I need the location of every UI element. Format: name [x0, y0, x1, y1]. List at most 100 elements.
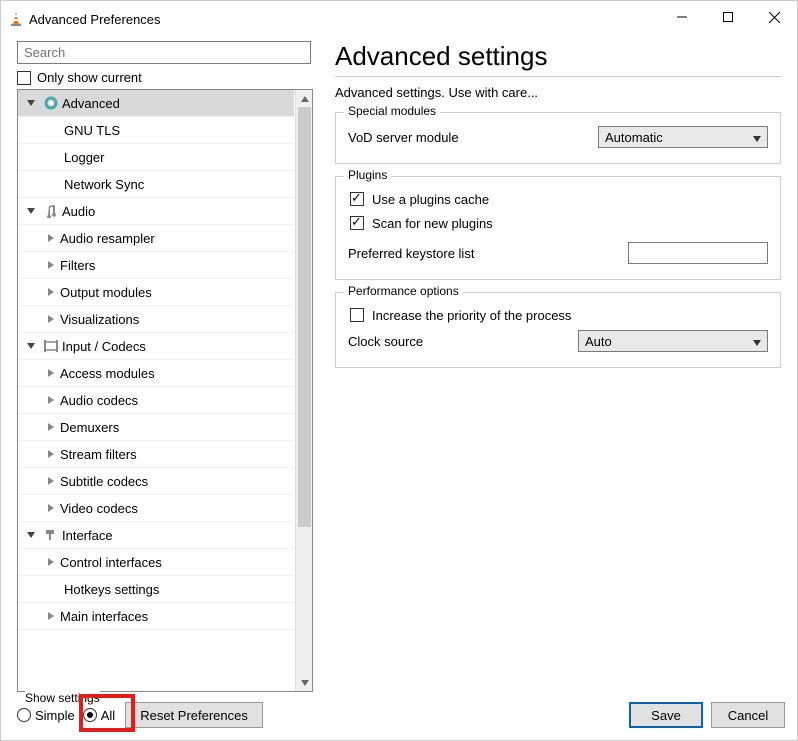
tree-item-demuxers[interactable]: Demuxers [18, 414, 294, 441]
radio-all[interactable]: All [83, 708, 115, 723]
tree-item-visualizations[interactable]: Visualizations [18, 306, 294, 333]
save-button[interactable]: Save [629, 702, 703, 728]
close-button[interactable] [751, 1, 797, 33]
chevron-down-icon[interactable] [22, 98, 40, 108]
vlc-icon [9, 11, 23, 27]
only-show-current-checkbox[interactable]: Only show current [17, 70, 317, 85]
tree-item-gnu-tls[interactable]: GNU TLS [18, 117, 294, 144]
scroll-up-button[interactable] [296, 90, 313, 107]
chevron-right-icon[interactable] [42, 557, 60, 567]
titlebar: Advanced Preferences [1, 1, 797, 37]
tree-item-hotkeys-settings[interactable]: Hotkeys settings [18, 576, 294, 603]
vod-server-label: VoD server module [348, 130, 598, 145]
checkbox-icon [350, 216, 364, 230]
tree-item-advanced[interactable]: Advanced [18, 90, 294, 117]
checkbox-label: Increase the priority of the process [372, 308, 571, 323]
left-pane: Only show current Advanced GNU TLS Logge… [17, 41, 317, 692]
brush-icon [40, 528, 62, 542]
radio-icon [83, 708, 97, 722]
tree-item-interface[interactable]: Interface [18, 522, 294, 549]
chevron-right-icon[interactable] [42, 611, 60, 621]
preferences-tree[interactable]: Advanced GNU TLS Logger Network Sync Aud… [18, 90, 294, 691]
music-note-icon [40, 204, 62, 218]
page-heading: Advanced settings [335, 41, 781, 72]
chevron-down-icon[interactable] [22, 530, 40, 540]
tree-item-control-interfaces[interactable]: Control interfaces [18, 549, 294, 576]
scan-new-plugins-checkbox[interactable]: Scan for new plugins [350, 211, 768, 235]
select-value: Automatic [605, 130, 663, 145]
group-title: Performance options [344, 284, 463, 298]
reset-preferences-button[interactable]: Reset Preferences [125, 702, 263, 728]
tree-item-audio-resampler[interactable]: Audio resampler [18, 225, 294, 252]
gear-icon [40, 95, 62, 111]
tree-item-stream-filters[interactable]: Stream filters [18, 441, 294, 468]
chevron-right-icon[interactable] [42, 476, 60, 486]
checkbox-icon [350, 192, 364, 206]
select-value: Auto [585, 334, 612, 349]
tree-item-filters[interactable]: Filters [18, 252, 294, 279]
tree-box: Advanced GNU TLS Logger Network Sync Aud… [17, 89, 313, 692]
use-plugins-cache-checkbox[interactable]: Use a plugins cache [350, 187, 768, 211]
group-special-modules: Special modules VoD server module Automa… [335, 112, 781, 164]
minimize-button[interactable] [659, 1, 705, 33]
tree-item-output-modules[interactable]: Output modules [18, 279, 294, 306]
tree-scrollbar[interactable] [295, 90, 312, 691]
chevron-right-icon[interactable] [42, 449, 60, 459]
chevron-right-icon[interactable] [42, 314, 60, 324]
group-performance: Performance options Increase the priorit… [335, 292, 781, 368]
window-buttons [659, 1, 797, 37]
clock-source-select[interactable]: Auto [578, 330, 768, 352]
tree-item-video-codecs[interactable]: Video codecs [18, 495, 294, 522]
scroll-down-button[interactable] [296, 674, 313, 691]
right-pane: Advanced settings Advanced settings. Use… [317, 41, 789, 692]
increase-priority-checkbox[interactable]: Increase the priority of the process [350, 303, 768, 327]
group-title: Special modules [344, 104, 440, 118]
clock-source-label: Clock source [348, 334, 578, 349]
chevron-right-icon[interactable] [42, 233, 60, 243]
chevron-down-icon[interactable] [22, 341, 40, 351]
radio-label: All [101, 708, 115, 723]
window-title: Advanced Preferences [29, 12, 161, 27]
bottom-bar: Show settings Simple All Reset Preferenc… [1, 692, 797, 740]
radio-icon [17, 708, 31, 722]
codec-icon [40, 339, 62, 353]
only-show-current-label: Only show current [37, 70, 142, 85]
radio-label: Simple [35, 708, 75, 723]
radio-simple[interactable]: Simple [17, 708, 75, 723]
group-title: Plugins [344, 168, 391, 182]
tree-item-network-sync[interactable]: Network Sync [18, 171, 294, 198]
keystore-input[interactable] [628, 242, 768, 264]
chevron-right-icon[interactable] [42, 260, 60, 270]
tree-label: Advanced [62, 96, 120, 111]
tree-item-logger[interactable]: Logger [18, 144, 294, 171]
checkbox-icon [17, 71, 31, 85]
keystore-label: Preferred keystore list [348, 246, 628, 261]
chevron-down-icon [753, 130, 761, 145]
vod-server-select[interactable]: Automatic [598, 126, 768, 148]
cancel-button[interactable]: Cancel [711, 702, 785, 728]
chevron-down-icon [753, 334, 761, 349]
maximize-button[interactable] [705, 1, 751, 33]
chevron-right-icon[interactable] [42, 422, 60, 432]
chevron-down-icon[interactable] [22, 206, 40, 216]
tree-item-input-codecs[interactable]: Input / Codecs [18, 333, 294, 360]
tree-item-subtitle-codecs[interactable]: Subtitle codecs [18, 468, 294, 495]
search-input[interactable] [17, 41, 311, 64]
tree-item-audio-codecs[interactable]: Audio codecs [18, 387, 294, 414]
tree-item-main-interfaces[interactable]: Main interfaces [18, 603, 294, 630]
window: Advanced Preferences Only show current A… [0, 0, 798, 741]
content: Only show current Advanced GNU TLS Logge… [1, 37, 797, 692]
chevron-right-icon[interactable] [42, 503, 60, 513]
checkbox-label: Use a plugins cache [372, 192, 489, 207]
group-plugins: Plugins Use a plugins cache Scan for new… [335, 176, 781, 280]
tree-item-access-modules[interactable]: Access modules [18, 360, 294, 387]
chevron-right-icon[interactable] [42, 368, 60, 378]
chevron-right-icon[interactable] [42, 287, 60, 297]
checkbox-icon [350, 308, 364, 322]
chevron-right-icon[interactable] [42, 395, 60, 405]
scrollbar-thumb[interactable] [298, 107, 311, 527]
checkbox-label: Scan for new plugins [372, 216, 493, 231]
tree-item-audio[interactable]: Audio [18, 198, 294, 225]
show-settings-label: Show settings [25, 691, 100, 705]
show-settings-radios: Simple All [17, 708, 115, 723]
